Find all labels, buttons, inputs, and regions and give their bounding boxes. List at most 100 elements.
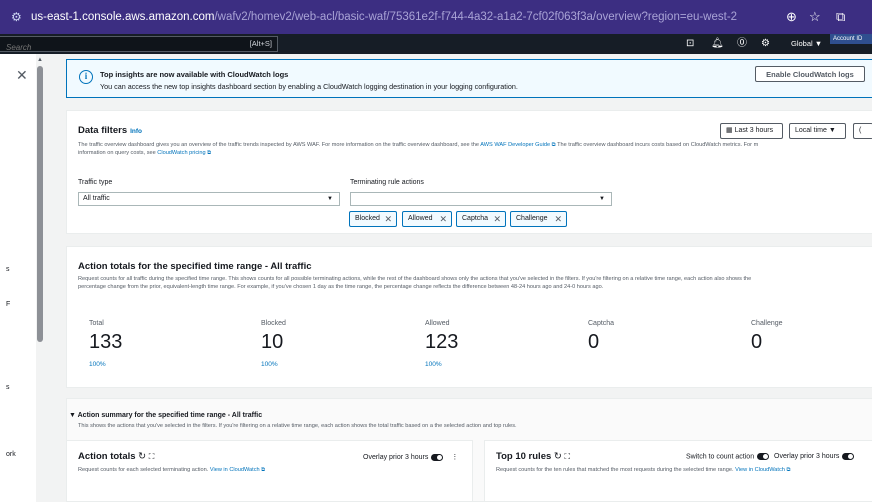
banner-description: You can access the new top insights dash… xyxy=(100,82,518,91)
browser-chrome: ⚙ us-east-1.console.aws.amazon.com/wafv2… xyxy=(0,0,872,34)
top-rules-controls: Switch to count action Overlay prior 3 h… xyxy=(686,453,855,461)
remove-captcha-icon[interactable]: ✕ xyxy=(493,212,501,226)
fullscreen-icon[interactable]: ⛶ xyxy=(149,452,155,461)
site-settings-icon[interactable]: ⚙ xyxy=(11,10,25,24)
action-summary-desc: This shows the actions that you've selec… xyxy=(78,423,517,429)
developer-guide-link[interactable]: AWS WAF Developer Guide xyxy=(480,142,550,148)
url-path: /wafv2/homev2/web-acl/basic-waf/75361e2f… xyxy=(214,11,738,23)
url-host: us-east-1.console.aws.amazon.com xyxy=(31,11,215,23)
action-totals-cloudwatch-link[interactable]: View in CloudWatch xyxy=(210,467,260,473)
aws-top-bar: [Alt+S] ⊡ 🔔︎ ⓪ ⚙ Global ▼ Account ID xyxy=(0,34,872,55)
filters-desc-3: information on query costs, see xyxy=(78,150,156,156)
metric-allowed-value: 123 xyxy=(425,331,459,353)
action-totals-subtitle-text: Action totals xyxy=(78,451,136,462)
token-captcha-label: Captcha xyxy=(462,215,489,222)
account-menu[interactable]: Account ID xyxy=(830,34,872,44)
remove-challenge-icon[interactable]: ✕ xyxy=(554,212,562,226)
cloudwatch-pricing-link[interactable]: CloudWatch pricing xyxy=(157,150,205,156)
time-zone-select[interactable]: Local time ▼ xyxy=(789,123,846,139)
top-rules-overlay-toggle[interactable] xyxy=(842,453,855,460)
remove-allowed-icon[interactable]: ✕ xyxy=(439,212,447,226)
top-rules-desc: Request counts for the ten rules that ma… xyxy=(496,466,790,474)
nav-fragment-1[interactable]: s xyxy=(6,266,10,273)
token-challenge-label: Challenge xyxy=(516,215,548,222)
action-totals-overlay-label: Overlay prior 3 hours xyxy=(363,454,429,461)
data-filters-description: The traffic overview dashboard gives you… xyxy=(78,141,872,149)
external-link-icon-4: ⧉ xyxy=(786,467,791,473)
scrollbar-thumb[interactable] xyxy=(37,66,43,342)
rule-actions-select[interactable]: ▼ xyxy=(350,192,612,206)
action-totals-chart-desc-text: Request counts for each selected termina… xyxy=(78,467,209,473)
top-rules-title-text: Top 10 rules xyxy=(496,451,552,462)
nav-fragment-4[interactable]: ork xyxy=(6,451,16,458)
refresh-button[interactable]: ( xyxy=(853,123,872,139)
action-totals-chart-desc: Request counts for each selected termina… xyxy=(78,466,265,474)
token-allowed: Allowed ✕ xyxy=(402,211,452,227)
top-rules-overlay-label: Overlay prior 3 hours xyxy=(774,453,840,461)
caret-down-icon: ▼ xyxy=(69,412,78,419)
chevron-down-icon-2: ▼ xyxy=(599,196,605,202)
nav-fragment-2[interactable]: F xyxy=(6,301,10,308)
top-rules-desc-text: Request counts for the ten rules that ma… xyxy=(496,467,734,473)
traffic-type-select[interactable]: All traffic ▼ xyxy=(78,192,340,206)
bookmark-star-icon[interactable]: ☆ xyxy=(809,9,821,25)
action-totals-subtitle: Action totals ↻ ⛶ xyxy=(78,451,154,462)
side-navigation: ✕ s F s ork xyxy=(0,54,38,502)
notifications-icon[interactable]: 🔔︎ xyxy=(711,37,724,51)
token-blocked: Blocked ✕ xyxy=(349,211,397,227)
zoom-icon[interactable]: ⊕ xyxy=(786,9,797,25)
metric-total-value: 133 xyxy=(89,331,123,353)
token-allowed-label: Allowed xyxy=(408,215,433,222)
cloudwatch-info-banner: i Top insights are now available with Cl… xyxy=(66,59,872,98)
refresh-icon-2[interactable]: ↻ xyxy=(554,451,562,462)
more-options-icon[interactable]: ⋮ xyxy=(451,454,458,461)
time-range-button[interactable]: ▦ Last 3 hours xyxy=(720,123,783,139)
extensions-icon[interactable]: ⧉ xyxy=(836,9,845,25)
top-rules-title: Top 10 rules ↻ ⛶ xyxy=(496,451,570,462)
token-captcha: Captcha ✕ xyxy=(456,211,506,227)
metric-blocked-value: 10 xyxy=(261,331,284,353)
enable-cloudwatch-logs-button[interactable]: Enable CloudWatch logs xyxy=(755,66,865,82)
metric-total-pct: 100% xyxy=(89,361,106,368)
switch-count-label: Switch to count action xyxy=(686,453,755,461)
address-bar[interactable]: us-east-1.console.aws.amazon.com/wafv2/h… xyxy=(31,11,751,23)
metric-captcha-value: 0 xyxy=(588,331,600,353)
top-rules-cloudwatch-link[interactable]: View in CloudWatch xyxy=(735,467,785,473)
nav-fragment-3[interactable]: s xyxy=(6,384,10,391)
filters-desc-2: The traffic overview dashboard incurs co… xyxy=(557,142,759,148)
metric-challenge-value: 0 xyxy=(751,331,763,353)
help-icon[interactable]: ⓪ xyxy=(737,37,747,51)
data-filters-description-2: information on query costs, see CloudWat… xyxy=(78,149,211,157)
refresh-icon[interactable]: ↻ xyxy=(138,451,146,462)
fullscreen-icon-2[interactable]: ⛶ xyxy=(565,452,571,461)
metric-captcha-label: Captcha xyxy=(588,320,615,327)
metric-allowed-label: Allowed xyxy=(425,320,450,327)
remove-blocked-icon[interactable]: ✕ xyxy=(384,212,392,226)
overlay-toggle[interactable] xyxy=(431,453,444,461)
switch-count-toggle[interactable] xyxy=(757,453,770,460)
banner-title: Top insights are now available with Clou… xyxy=(100,70,289,79)
search-box[interactable]: [Alt+S] xyxy=(0,36,278,55)
scroll-up-icon[interactable]: ▲ xyxy=(37,57,43,63)
search-shortcut: [Alt+S] xyxy=(249,39,272,48)
action-totals-panel: Action totals for the specified time ran… xyxy=(66,246,872,388)
external-link-icon-2: ⧉ xyxy=(207,150,212,156)
external-link-icon: ⧉ xyxy=(551,142,556,148)
action-summary-toggle[interactable]: ▼ Action summary for the specified time … xyxy=(69,412,262,419)
search-input[interactable] xyxy=(0,40,200,55)
rule-actions-label: Terminating rule actions xyxy=(350,179,424,186)
settings-gear-icon[interactable]: ⚙ xyxy=(761,37,770,51)
close-nav-icon[interactable]: ✕ xyxy=(16,67,28,84)
token-blocked-label: Blocked xyxy=(355,215,380,222)
token-challenge: Challenge ✕ xyxy=(510,211,567,227)
cloudshell-icon[interactable]: ⊡ xyxy=(686,37,694,51)
action-totals-title: Action totals for the specified time ran… xyxy=(78,261,312,272)
top-rules-panel: Top 10 rules ↻ ⛶ Switch to count action … xyxy=(484,440,872,502)
region-selector[interactable]: Global ▼ xyxy=(791,39,822,48)
info-icon: i xyxy=(79,70,93,84)
data-filters-title-text: Data filters xyxy=(78,125,128,136)
data-filters-title: Data filters Info xyxy=(78,125,142,136)
metric-blocked-pct: 100% xyxy=(261,361,278,368)
metric-allowed-pct: 100% xyxy=(425,361,442,368)
data-filters-info-link[interactable]: Info xyxy=(130,128,142,135)
